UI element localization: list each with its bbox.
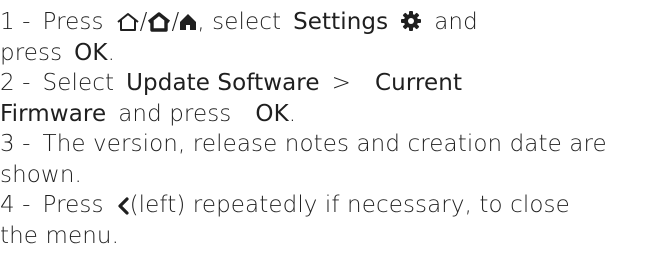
update-software-label: Update Software bbox=[126, 70, 320, 96]
current-label: Current bbox=[374, 70, 463, 96]
ok-label: OK bbox=[255, 100, 289, 127]
step-number: 3 - bbox=[0, 131, 31, 157]
step-4-line-2: the menu. bbox=[0, 221, 670, 252]
step-4-line-1: 4 - Press (left) repeatedly if necessary, … bbox=[0, 190, 670, 221]
step-3-line-2: shown. bbox=[0, 160, 670, 191]
instructions: 1 - Press / / , select Settings and press OK. 2… bbox=[0, 7, 670, 251]
step-text: the menu. bbox=[0, 222, 119, 249]
step-text: Select bbox=[42, 70, 115, 96]
step-text: . bbox=[288, 100, 297, 127]
step-text: press bbox=[0, 39, 63, 66]
arrow: > bbox=[331, 70, 351, 96]
step-2-line-2: Firmware and press OK. bbox=[0, 99, 670, 130]
home-bold-icon bbox=[147, 12, 171, 32]
step-text: Press bbox=[42, 192, 104, 218]
step-text: . bbox=[107, 39, 115, 66]
step-3-line-1: 3 - The version, release notes and creati… bbox=[0, 129, 670, 160]
slash: / bbox=[171, 9, 180, 35]
step-text: shown. bbox=[0, 161, 82, 188]
step-number: 2 - bbox=[0, 70, 31, 96]
step-text: and bbox=[434, 9, 478, 35]
step-text: Press bbox=[42, 9, 104, 35]
step-text: and press bbox=[118, 100, 232, 127]
step-text: , select bbox=[197, 9, 282, 35]
ok-label: OK bbox=[74, 39, 108, 66]
step-text: (left) repeatedly if necessary, to close bbox=[129, 192, 570, 218]
firmware-label: Firmware bbox=[0, 100, 107, 127]
chevron-left-icon bbox=[116, 197, 130, 215]
home-outline-icon bbox=[116, 12, 140, 32]
step-text: The version, release notes and creation … bbox=[42, 131, 607, 157]
gear-icon bbox=[400, 10, 422, 32]
step-1-line-1: 1 - Press / / , select Settings and bbox=[0, 7, 670, 38]
slash: / bbox=[139, 9, 148, 35]
home-filled-icon bbox=[179, 12, 197, 32]
settings-label: Settings bbox=[293, 9, 389, 35]
step-2-line-1: 2 - Select Update Software > Current bbox=[0, 68, 670, 99]
step-1-line-2: press OK. bbox=[0, 38, 670, 69]
step-number: 4 - bbox=[0, 192, 31, 218]
step-number: 1 - bbox=[0, 9, 31, 35]
